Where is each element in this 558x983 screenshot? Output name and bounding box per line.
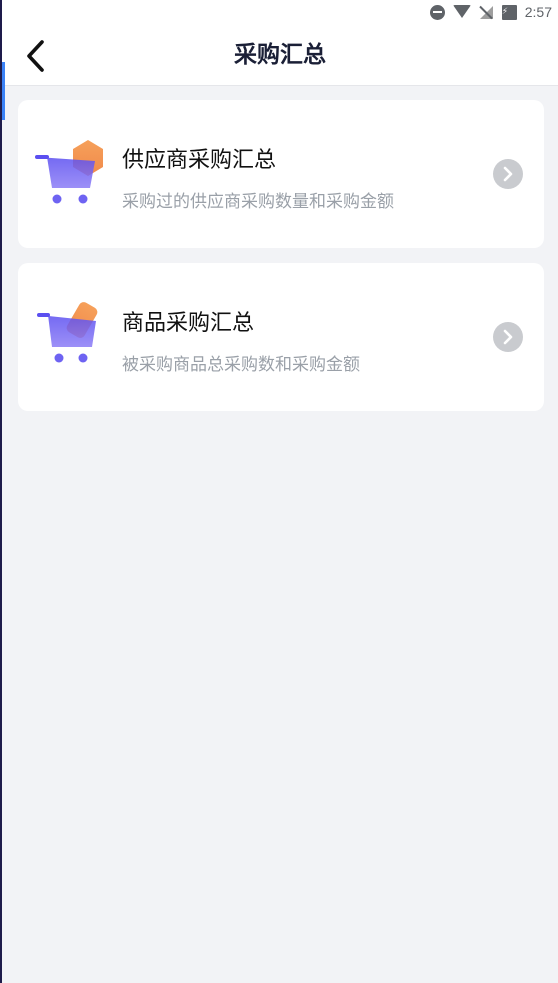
app-frame: 2:57 采购汇总 供应商采购汇总	[0, 0, 558, 983]
do-not-disturb-icon	[429, 4, 445, 20]
supplier-purchase-summary-card[interactable]: 供应商采购汇总 采购过的供应商采购数量和采购金额	[18, 100, 544, 248]
chevron-left-icon	[27, 40, 44, 72]
battery-charging-icon	[501, 4, 517, 20]
status-time: 2:57	[524, 4, 552, 20]
card-title: 供应商采购汇总	[122, 148, 277, 173]
card-description: 采购过的供应商采购数量和采购金额	[122, 192, 394, 212]
card-title: 商品采购汇总	[122, 311, 255, 336]
chevron-right-icon	[493, 322, 523, 352]
chevron-right-icon	[493, 159, 523, 189]
cart-tag-icon	[37, 302, 98, 363]
page-title: 采购汇总	[234, 42, 326, 68]
wifi-icon	[452, 4, 471, 20]
edge-indicator	[2, 62, 5, 120]
card-description: 被采购商品总采购数和采购金额	[122, 355, 360, 375]
cart-hexagon-icon	[35, 140, 103, 204]
back-button[interactable]	[16, 36, 56, 76]
product-purchase-summary-card[interactable]: 商品采购汇总 被采购商品总采购数和采购金额	[18, 263, 544, 411]
no-signal-icon	[479, 5, 494, 20]
status-bar: 2:57	[2, 0, 558, 24]
top-nav-bar: 采购汇总	[2, 24, 558, 86]
